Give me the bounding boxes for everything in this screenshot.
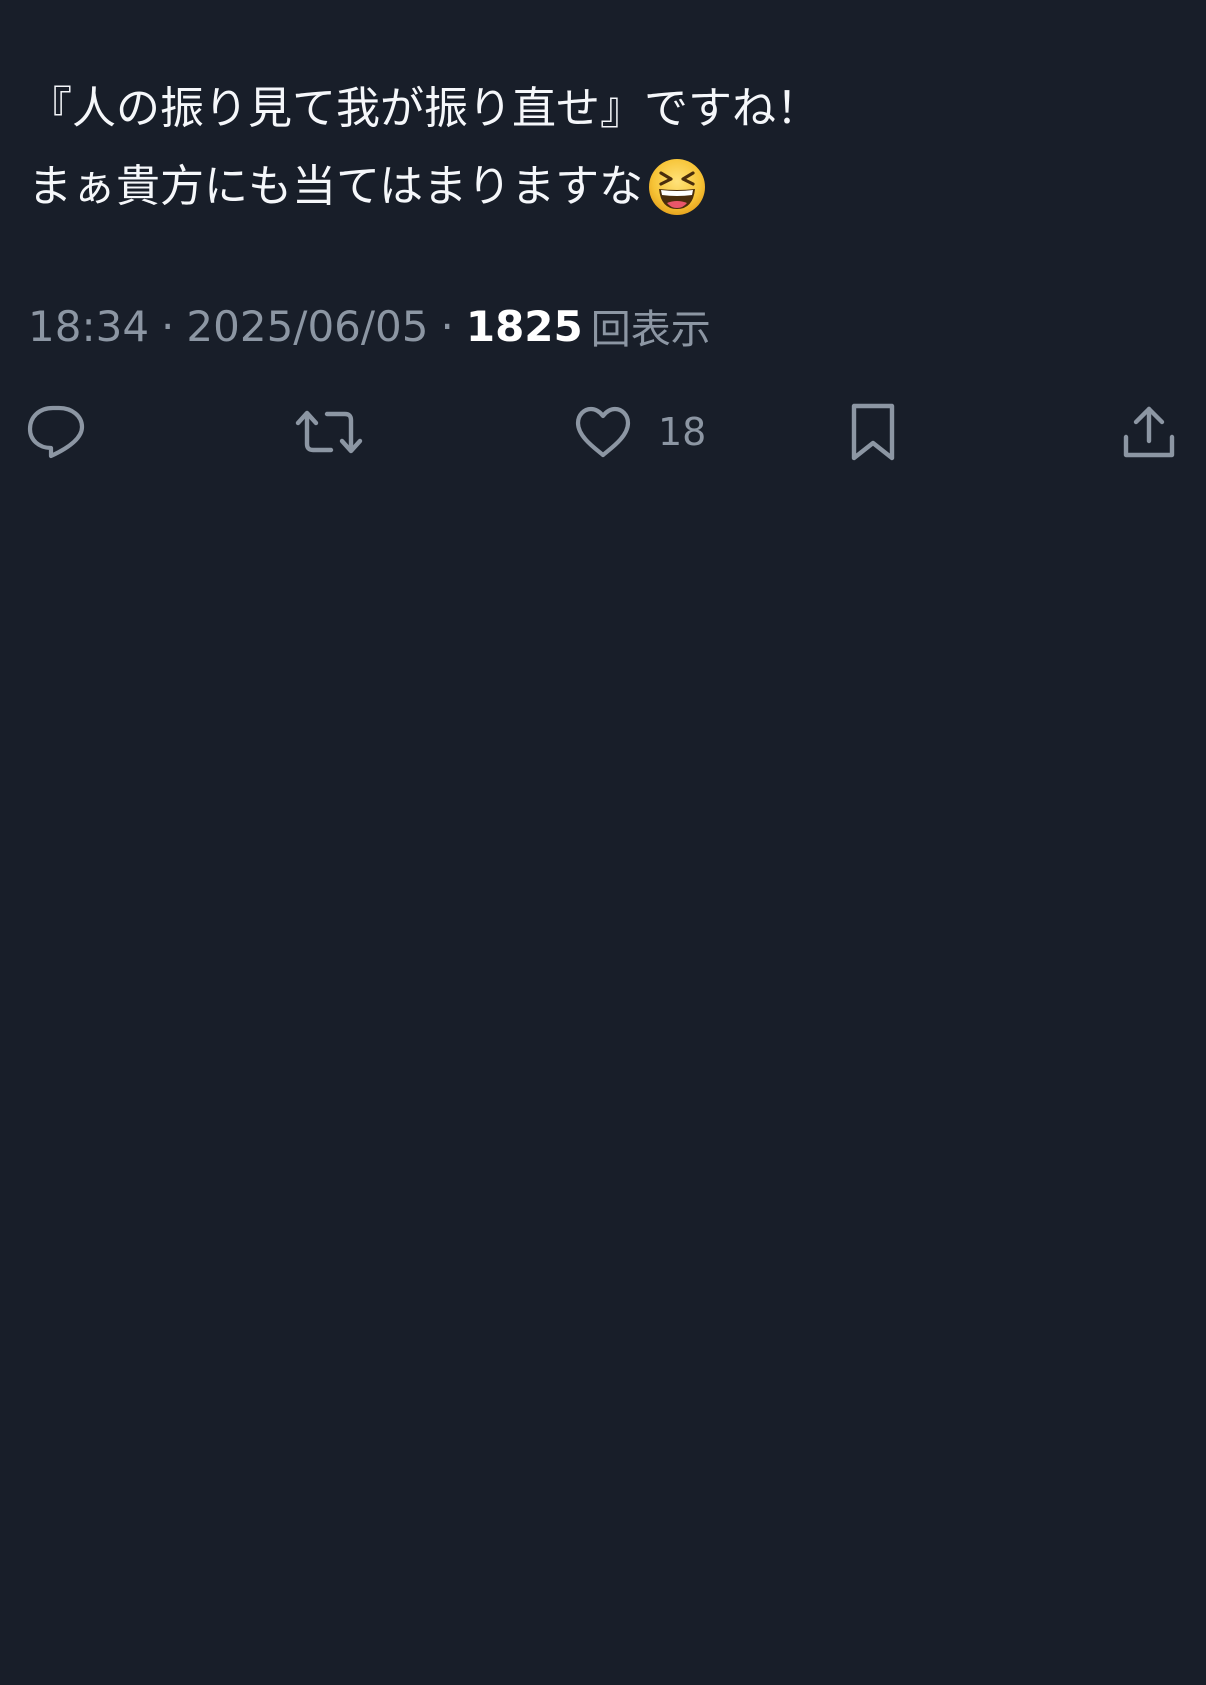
like-count: 18 xyxy=(658,410,707,454)
reply-icon xyxy=(27,404,85,460)
tweet-time[interactable]: 18:34 xyxy=(28,302,149,351)
bookmark-button[interactable] xyxy=(848,400,898,464)
tweet-text-line-1-content: 『人の振り見て我が振り直せ』ですね！ xyxy=(28,83,820,134)
heart-icon xyxy=(574,405,632,459)
tweet-date[interactable]: 2025/06/05 xyxy=(186,302,428,351)
tweet-actions-bar: 18 xyxy=(0,400,1206,464)
share-button[interactable] xyxy=(1121,400,1177,464)
retweet-button[interactable] xyxy=(295,400,363,464)
tweet-text: 『人の振り見て我が振り直せ』ですね！ まぁ貴方にも当てはまりますな xyxy=(28,70,1168,226)
tweet-text-line-1: 『人の振り見て我が振り直せ』ですね！ xyxy=(28,70,1168,148)
meta-separator: · xyxy=(440,301,454,351)
views-label[interactable]: 回表示 xyxy=(591,297,711,355)
tweet-text-line-2: まぁ貴方にも当てはまりますな xyxy=(28,148,1168,226)
retweet-icon xyxy=(295,404,363,460)
share-icon xyxy=(1121,403,1177,461)
tweet-detail-page: 『人の振り見て我が振り直せ』ですね！ まぁ貴方にも当てはまりますな 18:34 … xyxy=(0,0,1206,1685)
tweet-text-line-2-content: まぁ貴方にも当てはまりますな xyxy=(28,161,644,212)
grinning-squinting-face-icon xyxy=(647,157,707,217)
meta-separator: · xyxy=(161,301,175,351)
like-button[interactable]: 18 xyxy=(574,400,706,464)
views-count[interactable]: 1825 xyxy=(466,302,583,351)
reply-button[interactable] xyxy=(27,400,85,464)
tweet-meta: 18:34 · 2025/06/05 · 1825 回表示 xyxy=(28,297,711,355)
bookmark-icon xyxy=(848,402,898,462)
